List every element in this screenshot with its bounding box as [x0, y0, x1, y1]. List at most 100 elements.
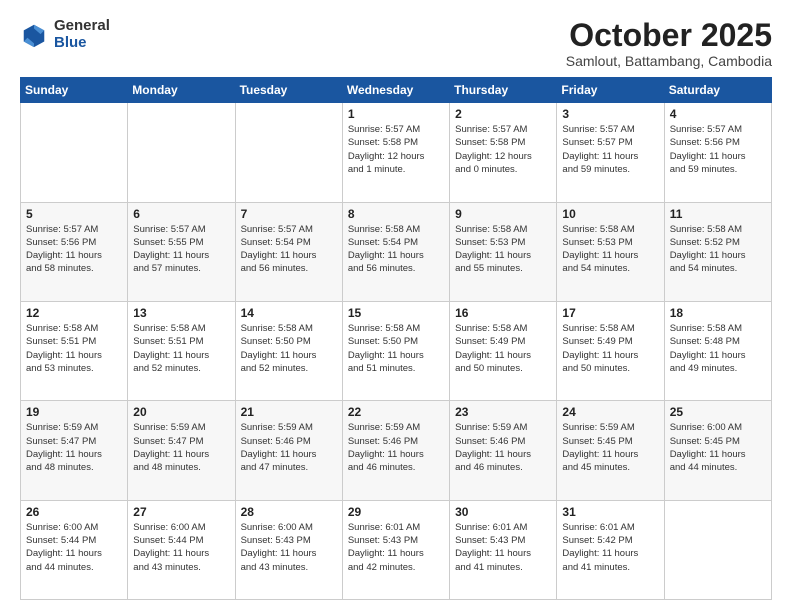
day-number: 18 [670, 306, 766, 320]
day-number: 7 [241, 207, 337, 221]
week-row-4: 26 Sunrise: 6:00 AM Sunset: 5:44 PM Dayli… [21, 500, 772, 599]
day-info: Sunrise: 5:58 AM Sunset: 5:48 PM Dayligh… [670, 322, 766, 375]
day-info: Sunrise: 5:59 AM Sunset: 5:46 PM Dayligh… [241, 421, 337, 474]
col-thursday: Thursday [450, 78, 557, 103]
table-row [128, 103, 235, 202]
day-number: 22 [348, 405, 444, 419]
header-row: Sunday Monday Tuesday Wednesday Thursday… [21, 78, 772, 103]
table-row: 21 Sunrise: 5:59 AM Sunset: 5:46 PM Dayli… [235, 401, 342, 500]
table-row: 14 Sunrise: 5:58 AM Sunset: 5:50 PM Dayli… [235, 301, 342, 400]
day-info: Sunrise: 5:59 AM Sunset: 5:46 PM Dayligh… [348, 421, 444, 474]
day-number: 13 [133, 306, 229, 320]
day-info: Sunrise: 6:00 AM Sunset: 5:43 PM Dayligh… [241, 521, 337, 574]
table-row: 12 Sunrise: 5:58 AM Sunset: 5:51 PM Dayli… [21, 301, 128, 400]
main-title: October 2025 [566, 18, 772, 53]
col-wednesday: Wednesday [342, 78, 449, 103]
day-number: 4 [670, 107, 766, 121]
day-number: 17 [562, 306, 658, 320]
day-number: 10 [562, 207, 658, 221]
day-number: 2 [455, 107, 551, 121]
day-info: Sunrise: 5:58 AM Sunset: 5:50 PM Dayligh… [241, 322, 337, 375]
table-row: 5 Sunrise: 5:57 AM Sunset: 5:56 PM Daylig… [21, 202, 128, 301]
col-tuesday: Tuesday [235, 78, 342, 103]
day-info: Sunrise: 5:59 AM Sunset: 5:46 PM Dayligh… [455, 421, 551, 474]
day-info: Sunrise: 5:57 AM Sunset: 5:56 PM Dayligh… [670, 123, 766, 176]
table-row [21, 103, 128, 202]
table-row: 31Sunrise: 6:01 AM Sunset: 5:42 PM Dayli… [557, 500, 664, 599]
day-number: 23 [455, 405, 551, 419]
week-row-1: 5 Sunrise: 5:57 AM Sunset: 5:56 PM Daylig… [21, 202, 772, 301]
day-info: Sunrise: 5:58 AM Sunset: 5:49 PM Dayligh… [455, 322, 551, 375]
day-number: 14 [241, 306, 337, 320]
day-number: 25 [670, 405, 766, 419]
table-row: 15Sunrise: 5:58 AM Sunset: 5:50 PM Dayli… [342, 301, 449, 400]
table-row: 28Sunrise: 6:00 AM Sunset: 5:43 PM Dayli… [235, 500, 342, 599]
day-number: 8 [348, 207, 444, 221]
table-row: 19Sunrise: 5:59 AM Sunset: 5:47 PM Dayli… [21, 401, 128, 500]
day-info: Sunrise: 5:59 AM Sunset: 5:47 PM Dayligh… [26, 421, 122, 474]
table-row: 1Sunrise: 5:57 AM Sunset: 5:58 PM Daylig… [342, 103, 449, 202]
table-row: 4 Sunrise: 5:57 AM Sunset: 5:56 PM Daylig… [664, 103, 771, 202]
logo-blue-text: Blue [54, 35, 110, 52]
day-number: 12 [26, 306, 122, 320]
day-info: Sunrise: 5:57 AM Sunset: 5:56 PM Dayligh… [26, 223, 122, 276]
table-row: 22 Sunrise: 5:59 AM Sunset: 5:46 PM Dayli… [342, 401, 449, 500]
day-number: 6 [133, 207, 229, 221]
day-info: Sunrise: 6:00 AM Sunset: 5:44 PM Dayligh… [26, 521, 122, 574]
table-row: 17 Sunrise: 5:58 AM Sunset: 5:49 PM Dayli… [557, 301, 664, 400]
day-info: Sunrise: 5:58 AM Sunset: 5:53 PM Dayligh… [562, 223, 658, 276]
week-row-2: 12 Sunrise: 5:58 AM Sunset: 5:51 PM Dayli… [21, 301, 772, 400]
table-row: 30Sunrise: 6:01 AM Sunset: 5:43 PM Dayli… [450, 500, 557, 599]
day-info: Sunrise: 6:00 AM Sunset: 5:44 PM Dayligh… [133, 521, 229, 574]
day-number: 5 [26, 207, 122, 221]
day-number: 29 [348, 505, 444, 519]
day-info: Sunrise: 6:01 AM Sunset: 5:42 PM Dayligh… [562, 521, 658, 574]
calendar-table: Sunday Monday Tuesday Wednesday Thursday… [20, 77, 772, 600]
table-row: 25Sunrise: 6:00 AM Sunset: 5:45 PM Dayli… [664, 401, 771, 500]
day-number: 9 [455, 207, 551, 221]
table-row: 29Sunrise: 6:01 AM Sunset: 5:43 PM Dayli… [342, 500, 449, 599]
day-number: 27 [133, 505, 229, 519]
logo: General Blue [20, 18, 110, 51]
day-number: 24 [562, 405, 658, 419]
day-info: Sunrise: 5:57 AM Sunset: 5:58 PM Dayligh… [455, 123, 551, 176]
day-info: Sunrise: 5:58 AM Sunset: 5:51 PM Dayligh… [26, 322, 122, 375]
day-info: Sunrise: 5:58 AM Sunset: 5:54 PM Dayligh… [348, 223, 444, 276]
col-sunday: Sunday [21, 78, 128, 103]
week-row-3: 19Sunrise: 5:59 AM Sunset: 5:47 PM Dayli… [21, 401, 772, 500]
table-row: 13 Sunrise: 5:58 AM Sunset: 5:51 PM Dayli… [128, 301, 235, 400]
table-row: 24Sunrise: 5:59 AM Sunset: 5:45 PM Dayli… [557, 401, 664, 500]
table-row: 9 Sunrise: 5:58 AM Sunset: 5:53 PM Daylig… [450, 202, 557, 301]
day-number: 26 [26, 505, 122, 519]
table-row: 20Sunrise: 5:59 AM Sunset: 5:47 PM Dayli… [128, 401, 235, 500]
table-row: 18 Sunrise: 5:58 AM Sunset: 5:48 PM Dayli… [664, 301, 771, 400]
col-monday: Monday [128, 78, 235, 103]
table-row: 23 Sunrise: 5:59 AM Sunset: 5:46 PM Dayli… [450, 401, 557, 500]
day-number: 3 [562, 107, 658, 121]
day-number: 21 [241, 405, 337, 419]
logo-general-text: General [54, 18, 110, 35]
title-block: October 2025 Samlout, Battambang, Cambod… [566, 18, 772, 69]
col-friday: Friday [557, 78, 664, 103]
day-number: 16 [455, 306, 551, 320]
day-info: Sunrise: 5:58 AM Sunset: 5:53 PM Dayligh… [455, 223, 551, 276]
table-row: 3Sunrise: 5:57 AM Sunset: 5:57 PM Daylig… [557, 103, 664, 202]
table-row [235, 103, 342, 202]
table-row: 6 Sunrise: 5:57 AM Sunset: 5:55 PM Daylig… [128, 202, 235, 301]
day-info: Sunrise: 5:58 AM Sunset: 5:49 PM Dayligh… [562, 322, 658, 375]
day-info: Sunrise: 5:58 AM Sunset: 5:52 PM Dayligh… [670, 223, 766, 276]
day-info: Sunrise: 5:57 AM Sunset: 5:55 PM Dayligh… [133, 223, 229, 276]
table-row: 16 Sunrise: 5:58 AM Sunset: 5:49 PM Dayli… [450, 301, 557, 400]
day-info: Sunrise: 5:58 AM Sunset: 5:51 PM Dayligh… [133, 322, 229, 375]
day-info: Sunrise: 5:57 AM Sunset: 5:58 PM Dayligh… [348, 123, 444, 176]
logo-text: General Blue [54, 18, 110, 51]
day-number: 11 [670, 207, 766, 221]
day-number: 30 [455, 505, 551, 519]
table-row: 26 Sunrise: 6:00 AM Sunset: 5:44 PM Dayli… [21, 500, 128, 599]
table-row: 7Sunrise: 5:57 AM Sunset: 5:54 PM Daylig… [235, 202, 342, 301]
table-row: 10 Sunrise: 5:58 AM Sunset: 5:53 PM Dayli… [557, 202, 664, 301]
week-row-0: 1Sunrise: 5:57 AM Sunset: 5:58 PM Daylig… [21, 103, 772, 202]
table-row [664, 500, 771, 599]
table-row: 27 Sunrise: 6:00 AM Sunset: 5:44 PM Dayli… [128, 500, 235, 599]
logo-icon [20, 21, 48, 49]
